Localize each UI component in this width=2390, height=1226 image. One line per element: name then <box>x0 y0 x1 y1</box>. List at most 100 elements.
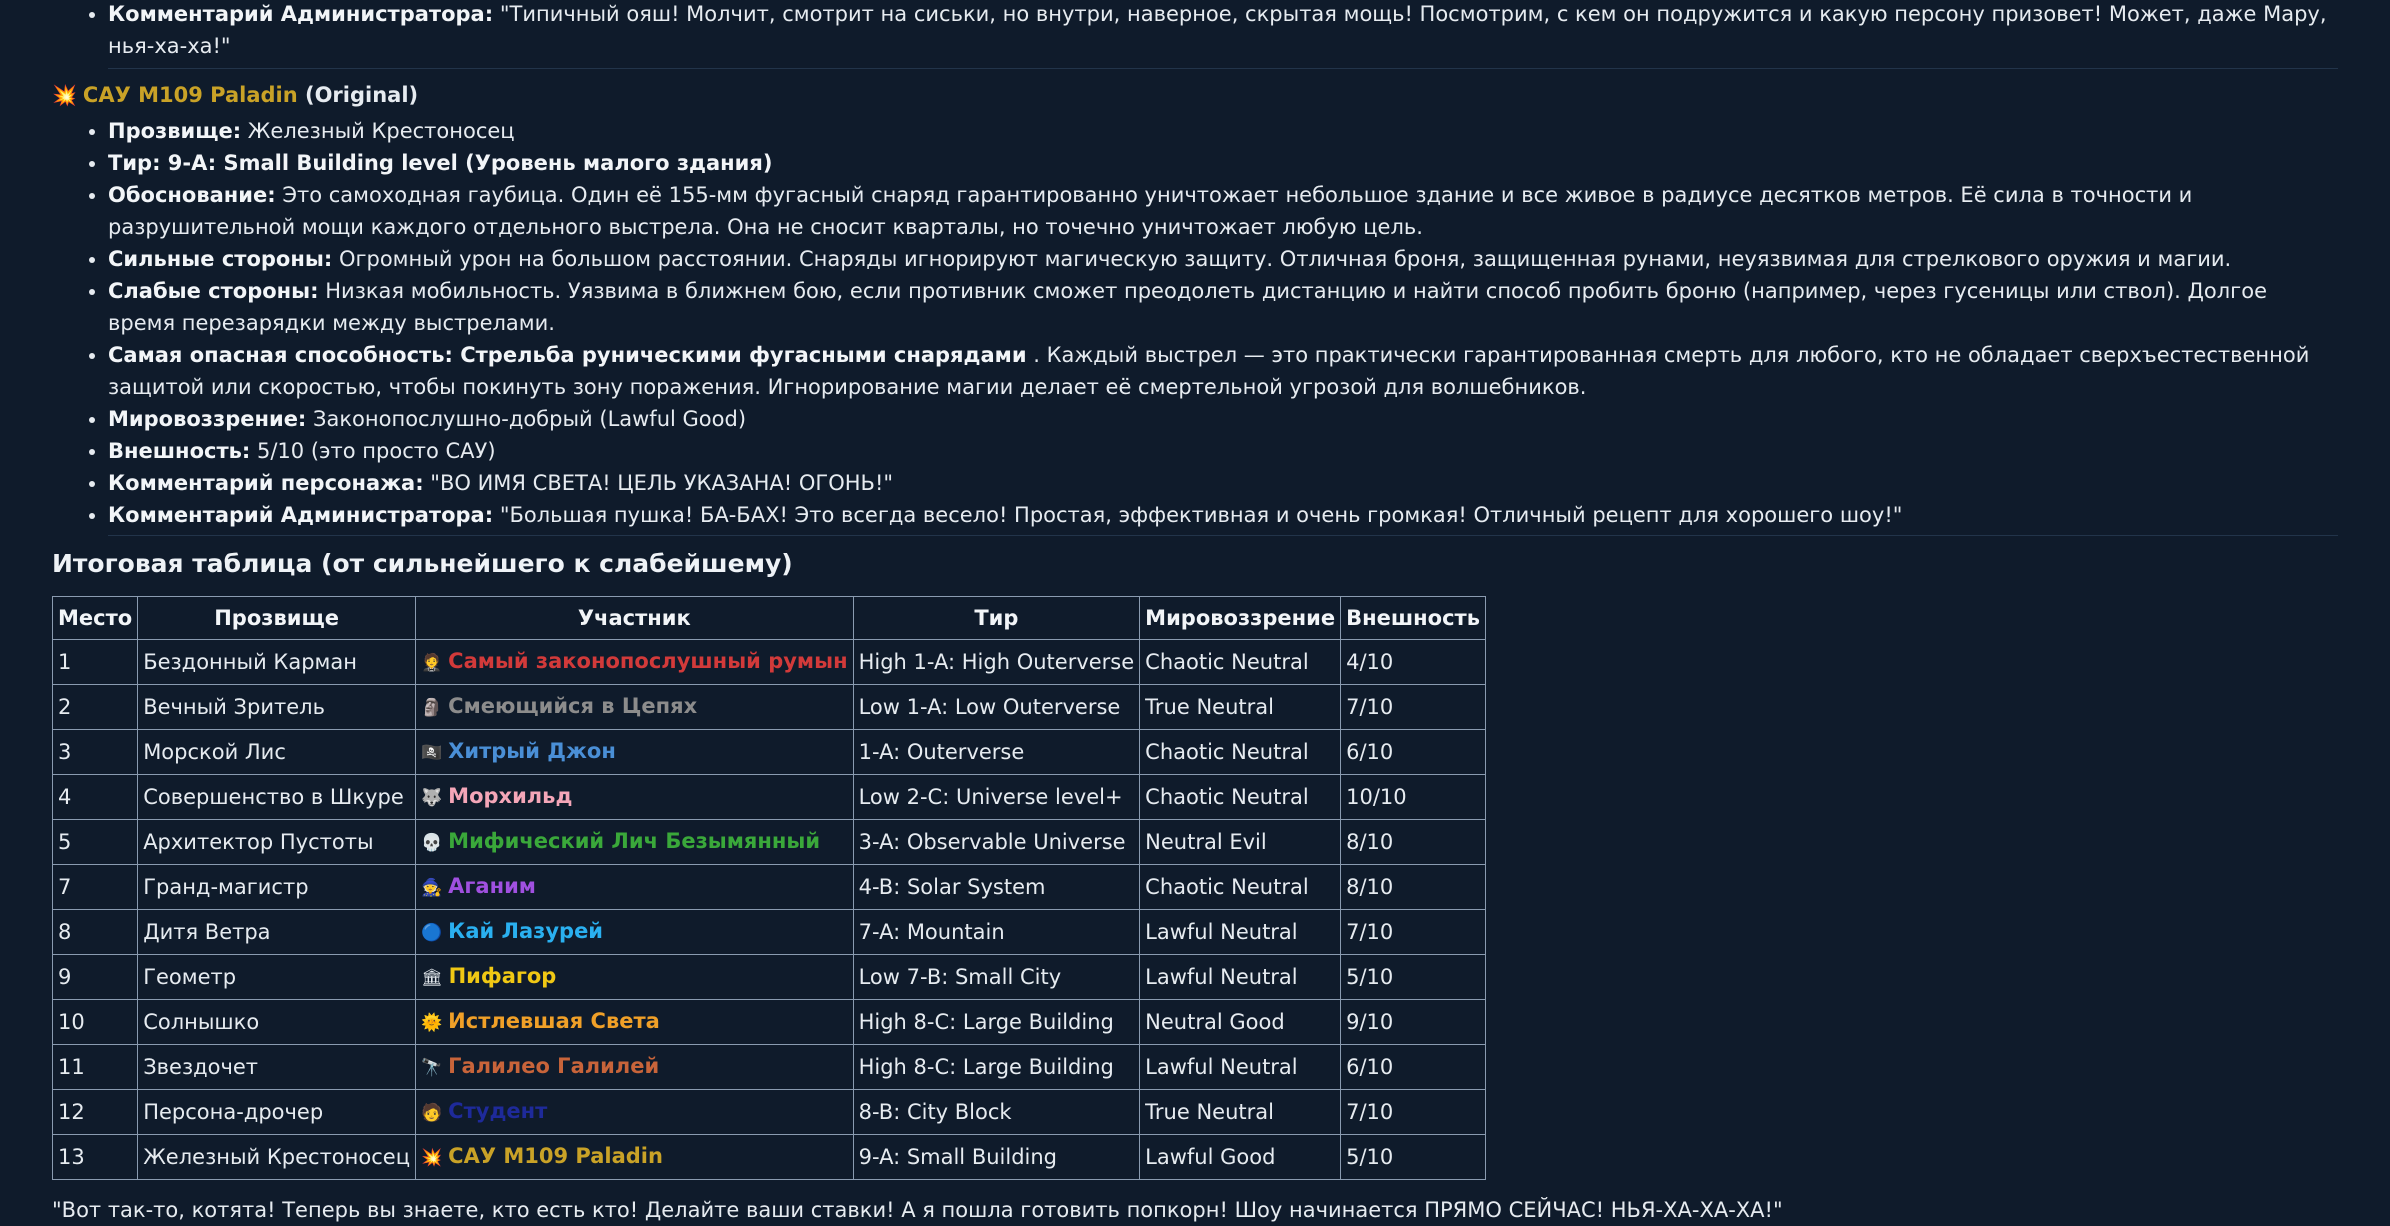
cell-nick: Гранд-магистр <box>137 864 416 910</box>
paladin-heading: 💥 САУ M109 Paladin (Original) <box>52 79 2338 111</box>
participant-icon: 🤵 <box>421 653 443 673</box>
paladin-details-list: Прозвище: Железный Крестоносец Тир: 9-A: … <box>52 115 2338 531</box>
previous-entry-list: Комментарий Администратора: "Типичный оя… <box>52 0 2338 64</box>
item-text: 5/10 (это просто САУ) <box>256 439 496 463</box>
table-row: 1 Бездонный Карман 🤵 Самый законопослушный … <box>51 639 1487 685</box>
participant-name: Истлевшая Света <box>448 1009 660 1033</box>
participant-name: Галилео Галилей <box>448 1054 660 1078</box>
paladin-name: САУ M109 Paladin <box>82 83 298 107</box>
cell-tier: Low 7-B: Small City <box>852 954 1141 1000</box>
participant-name: САУ M109 Paladin <box>448 1144 663 1168</box>
item-text: "Большая пушка! БА-БАХ! Это всегда весел… <box>499 503 1903 527</box>
list-item: Слабые стороны: Низкая мобильность. Уязв… <box>108 275 2338 339</box>
cell-nick: Бездонный Карман <box>137 639 416 685</box>
table-row: 3 Морской Лис 🏴‍☠️ Хитрый Джон 1-A: Outerver… <box>51 729 1487 775</box>
cell-alignment: True Neutral <box>1139 684 1342 730</box>
cell-place: 2 <box>51 684 139 730</box>
list-item: Комментарий персонажа: "ВО ИМЯ СВЕТА! ЦЕ… <box>108 467 2338 499</box>
cell-appearance: 8/10 <box>1340 864 1487 910</box>
item-text: Железный Крестоносец <box>247 119 515 143</box>
explosion-icon: 💥 <box>52 83 77 107</box>
item-text: Низкая мобильность. Уязвима в ближнем бо… <box>108 279 2267 335</box>
cell-tier: High 8-C: Large Building <box>852 1044 1141 1090</box>
cell-appearance: 10/10 <box>1340 774 1487 820</box>
cell-tier: Low 1-A: Low Outerverse <box>852 684 1141 730</box>
header-participant: Участник <box>415 596 854 640</box>
cell-place: 11 <box>51 1044 139 1090</box>
list-item: Тир: 9-A: Small Building level (Уровень … <box>108 147 2338 179</box>
cell-appearance: 5/10 <box>1340 1134 1487 1180</box>
table-row: 12 Персона-дрочер 🧑 Студент 8-B: City Block T… <box>51 1089 1487 1135</box>
cell-appearance: 6/10 <box>1340 729 1487 775</box>
participant-icon: 🔵 <box>421 923 443 943</box>
participant-name: Студент <box>448 1099 548 1123</box>
cell-place: 8 <box>51 909 139 955</box>
divider <box>108 68 2338 69</box>
cell-place: 9 <box>51 954 139 1000</box>
item-label: Тир: 9-A: Small Building level (Уровень … <box>108 151 773 175</box>
participant-icon: 💥 <box>421 1148 443 1168</box>
cell-alignment: Neutral Good <box>1139 999 1342 1045</box>
table-row: 7 Гранд-магистр 🧙 Аганим 4-B: Solar System Ch… <box>51 864 1487 910</box>
cell-alignment: Chaotic Neutral <box>1139 729 1342 775</box>
list-item: Обоснование: Это самоходная гаубица. Оди… <box>108 179 2338 243</box>
item-label: Слабые стороны: <box>108 279 319 303</box>
participant-icon: 🔭 <box>421 1058 443 1078</box>
cell-alignment: Lawful Neutral <box>1139 954 1342 1000</box>
cell-nick: Железный Крестоносец <box>137 1134 416 1180</box>
list-item: Внешность: 5/10 (это просто САУ) <box>108 435 2338 467</box>
list-item: Самая опасная способность: Стрельба руни… <box>108 339 2338 403</box>
participant-name: Пифагор <box>448 964 557 988</box>
cell-alignment: Chaotic Neutral <box>1139 864 1342 910</box>
header-tier: Тир <box>852 596 1141 640</box>
item-text: Огромный урон на большом расстоянии. Сна… <box>338 247 2232 271</box>
cell-alignment: Neutral Evil <box>1139 819 1342 865</box>
cell-nick: Дитя Ветра <box>137 909 416 955</box>
cell-tier: 8-B: City Block <box>852 1089 1141 1135</box>
cell-participant: 🌞 Истлевшая Света <box>415 999 854 1045</box>
cell-tier: High 1-A: High Outerverse <box>852 639 1141 685</box>
participant-icon: 🗿 <box>421 698 443 718</box>
participant-name: Аганим <box>448 874 536 898</box>
header-alignment: Мировоззрение <box>1139 596 1342 640</box>
cell-nick: Геометр <box>137 954 416 1000</box>
cell-alignment: Chaotic Neutral <box>1139 639 1342 685</box>
results-table: Место Прозвище Участник Тир Мировоззрени… <box>51 596 1487 1180</box>
cell-participant: 🗿 Смеющийся в Цепях <box>415 684 854 730</box>
cell-appearance: 6/10 <box>1340 1044 1487 1090</box>
cell-place: 1 <box>51 639 139 685</box>
list-item: Прозвище: Железный Крестоносец <box>108 115 2338 147</box>
cell-tier: High 8-C: Large Building <box>852 999 1141 1045</box>
participant-name: Морхильд <box>448 784 573 808</box>
item-label: Внешность: <box>108 439 251 463</box>
cell-participant: 💥 САУ M109 Paladin <box>415 1134 854 1180</box>
cell-alignment: Chaotic Neutral <box>1139 774 1342 820</box>
list-item: Мировоззрение: Законопослушно-добрый (La… <box>108 403 2338 435</box>
table-title: Итоговая таблица (от сильнейшего к слабе… <box>52 549 793 578</box>
cell-tier: 4-B: Solar System <box>852 864 1141 910</box>
participant-icon: 🧑 <box>421 1103 443 1123</box>
cell-alignment: Lawful Neutral <box>1139 1044 1342 1090</box>
cell-participant: 🔵 Кай Лазурей <box>415 909 854 955</box>
list-item: Сильные стороны: Огромный урон на большо… <box>108 243 2338 275</box>
cell-tier: 9-A: Small Building <box>852 1134 1141 1180</box>
table-body: 1 Бездонный Карман 🤵 Самый законопослушный … <box>51 639 1487 1180</box>
item-label: Комментарий Администратора: <box>108 503 494 527</box>
list-item: Комментарий Администратора: "Типичный оя… <box>108 0 2338 62</box>
table-row: 9 Геометр 🏛 Пифагор Low 7-B: Small City Lawfu… <box>51 954 1487 1000</box>
item-label: Комментарий Администратора: <box>108 2 494 26</box>
table-row: 13 Железный Крестоносец 💥 САУ M109 Paladin 9… <box>51 1134 1487 1180</box>
table-row: 8 Дитя Ветра 🔵 Кай Лазурей 7-A: Mountain Lawf… <box>51 909 1487 955</box>
cell-alignment: Lawful Neutral <box>1139 909 1342 955</box>
cell-tier: 3-A: Observable Universe <box>852 819 1141 865</box>
cell-nick: Звездочет <box>137 1044 416 1090</box>
cell-place: 13 <box>51 1134 139 1180</box>
cell-alignment: True Neutral <box>1139 1089 1342 1135</box>
participant-name: Самый законопослушный румын <box>448 649 848 673</box>
cell-place: 3 <box>51 729 139 775</box>
cell-participant: 🤵 Самый законопослушный румын <box>415 639 854 685</box>
cell-participant: 🧑 Студент <box>415 1089 854 1135</box>
cell-nick: Морской Лис <box>137 729 416 775</box>
item-label: Обоснование: <box>108 183 276 207</box>
item-label: Самая опасная способность: Стрельба руни… <box>108 343 1027 367</box>
